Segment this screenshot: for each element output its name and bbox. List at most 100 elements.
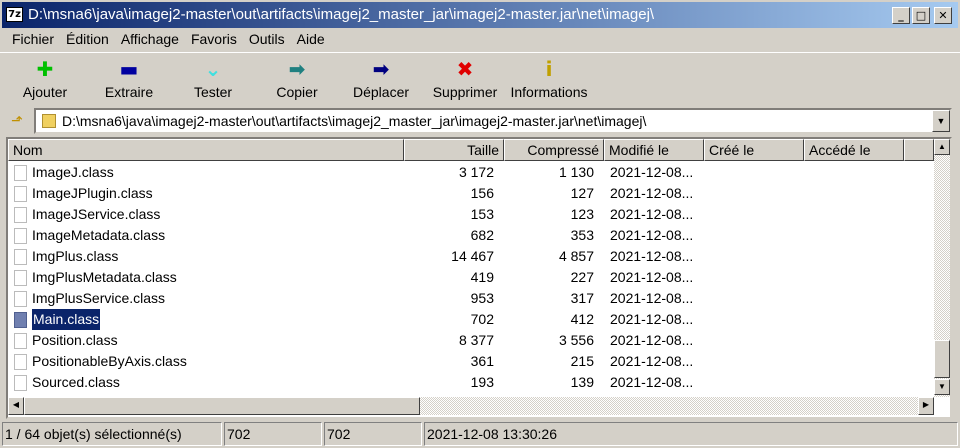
plus-icon: ✚ bbox=[36, 57, 54, 81]
toolbar-label: Supprimer bbox=[432, 84, 498, 100]
scroll-left-button[interactable]: ◀ bbox=[8, 397, 24, 415]
file-icon bbox=[14, 375, 27, 391]
menu-bar: Fichier Édition Affichage Favoris Outils… bbox=[6, 29, 331, 49]
file-name: ImageJService.class bbox=[32, 206, 161, 222]
file-row[interactable]: Sourced.class 193 139 2021-12-08... bbox=[8, 372, 934, 393]
column-header: Nom Taille Compressé Modifié le Créé le … bbox=[8, 139, 934, 161]
menu-affichage[interactable]: Affichage bbox=[115, 29, 185, 49]
address-bar: ⬏ D:\msna6\java\imagej2-master\out\artif… bbox=[6, 107, 952, 134]
file-packed-size: 123 bbox=[570, 206, 594, 222]
toolbar-tester-button[interactable]: ⌄ Tester bbox=[171, 57, 255, 100]
file-row[interactable]: ImgPlusMetadata.class 419 227 2021-12-08… bbox=[8, 267, 934, 288]
scroll-up-button[interactable]: ▲ bbox=[934, 139, 950, 155]
file-packed-size: 215 bbox=[570, 353, 594, 369]
column-accessed[interactable]: Accédé le bbox=[804, 139, 904, 161]
file-packed-size: 127 bbox=[570, 185, 594, 201]
file-row[interactable]: Main.class 702 412 2021-12-08... bbox=[8, 308, 934, 331]
maximize-button[interactable]: □ bbox=[912, 7, 930, 24]
menu-fichier[interactable]: Fichier bbox=[6, 29, 60, 49]
file-icon bbox=[14, 228, 27, 244]
app-icon: 7z bbox=[6, 7, 23, 22]
folder-up-button[interactable]: ⬏ bbox=[6, 109, 28, 131]
file-modified: 2021-12-08... bbox=[610, 248, 694, 264]
toolbar-copier-button[interactable]: ➡ Copier bbox=[255, 57, 339, 100]
file-size: 419 bbox=[470, 269, 494, 285]
column-created[interactable]: Créé le bbox=[704, 139, 804, 161]
file-icon bbox=[14, 249, 27, 265]
file-packed-size: 317 bbox=[570, 290, 594, 306]
file-icon bbox=[14, 186, 27, 202]
status-bar: 1 / 64 objet(s) sélectionné(s) 702 702 2… bbox=[0, 422, 960, 446]
file-row[interactable]: ImageJService.class 153 123 2021-12-08..… bbox=[8, 204, 934, 225]
file-name: ImageJPlugin.class bbox=[32, 185, 153, 201]
file-icon bbox=[14, 333, 27, 349]
file-packed-size: 139 bbox=[570, 374, 594, 390]
file-size: 153 bbox=[470, 206, 494, 222]
address-input[interactable]: D:\msna6\java\imagej2-master\out\artifac… bbox=[34, 108, 952, 134]
file-icon bbox=[14, 354, 27, 370]
toolbar-label: Tester bbox=[193, 84, 233, 100]
file-list: Nom Taille Compressé Modifié le Créé le … bbox=[6, 137, 952, 419]
file-name: Main.class bbox=[30, 308, 102, 331]
close-button[interactable]: ✕ bbox=[934, 7, 952, 24]
toolbar-extraire-button[interactable]: ▬ Extraire bbox=[87, 57, 171, 100]
scroll-down-button[interactable]: ▼ bbox=[934, 379, 950, 395]
file-row[interactable]: ImageJ.class 3 172 1 130 2021-12-08... bbox=[8, 162, 934, 183]
minimize-button[interactable]: _ bbox=[892, 7, 910, 24]
file-size: 3 172 bbox=[458, 164, 494, 180]
toolbar-supprimer-button[interactable]: ✖ Supprimer bbox=[423, 57, 507, 100]
toolbar-label: Informations bbox=[510, 84, 588, 100]
menu-edition[interactable]: Édition bbox=[60, 29, 115, 49]
file-size: 8 377 bbox=[458, 332, 494, 348]
folder-icon bbox=[42, 114, 56, 128]
column-size[interactable]: Taille bbox=[404, 139, 504, 161]
file-row[interactable]: ImageJPlugin.class 156 127 2021-12-08... bbox=[8, 183, 934, 204]
vertical-scroll-thumb[interactable] bbox=[934, 340, 950, 378]
menu-aide[interactable]: Aide bbox=[291, 29, 331, 49]
file-row[interactable]: Position.class 8 377 3 556 2021-12-08... bbox=[8, 330, 934, 351]
horizontal-scrollbar[interactable]: ◀ ▶ bbox=[8, 397, 934, 415]
minus-icon: ▬ bbox=[119, 57, 139, 81]
file-name: Sourced.class bbox=[32, 374, 120, 390]
file-row[interactable]: ImgPlusService.class 953 317 2021-12-08.… bbox=[8, 288, 934, 309]
file-packed-size: 412 bbox=[570, 311, 594, 327]
vertical-scrollbar[interactable]: ▲ ▼ bbox=[934, 139, 950, 397]
scroll-right-button[interactable]: ▶ bbox=[918, 397, 934, 415]
file-modified: 2021-12-08... bbox=[610, 374, 694, 390]
horizontal-scroll-thumb[interactable] bbox=[24, 397, 420, 415]
column-name[interactable]: Nom bbox=[8, 139, 404, 161]
file-size: 361 bbox=[470, 353, 494, 369]
file-modified: 2021-12-08... bbox=[610, 290, 694, 306]
file-row[interactable]: ImageMetadata.class 682 353 2021-12-08..… bbox=[8, 225, 934, 246]
check-chevron-icon: ⌄ bbox=[204, 57, 222, 81]
file-icon bbox=[14, 270, 27, 286]
file-modified: 2021-12-08... bbox=[610, 185, 694, 201]
file-modified: 2021-12-08... bbox=[610, 332, 694, 348]
menu-outils[interactable]: Outils bbox=[243, 29, 291, 49]
toolbar-label: Déplacer bbox=[352, 84, 410, 100]
toolbar-label: Copier bbox=[276, 84, 318, 100]
file-icon bbox=[14, 165, 27, 181]
file-name: ImgPlus.class bbox=[32, 248, 119, 264]
toolbar-déplacer-button[interactable]: ➡ Déplacer bbox=[339, 57, 423, 100]
file-packed-size: 227 bbox=[570, 269, 594, 285]
toolbar-informations-button[interactable]: i Informations bbox=[507, 57, 591, 100]
file-name: ImgPlusMetadata.class bbox=[32, 269, 177, 285]
move-arrow-icon: ➡ bbox=[372, 57, 390, 81]
address-dropdown-button[interactable]: ▼ bbox=[932, 110, 950, 132]
toolbar: ✚ Ajouter ▬ Extraire ⌄ Tester ➡ Copier ➡ Déplacer… bbox=[0, 52, 960, 104]
file-row[interactable]: ImgPlus.class 14 467 4 857 2021-12-08... bbox=[8, 246, 934, 267]
file-name: PositionableByAxis.class bbox=[32, 353, 187, 369]
file-packed-size: 353 bbox=[570, 227, 594, 243]
status-selection: 1 / 64 objet(s) sélectionné(s) bbox=[2, 422, 222, 446]
file-name: ImageJ.class bbox=[32, 164, 114, 180]
file-packed-size: 4 857 bbox=[558, 248, 594, 264]
file-row[interactable]: PositionableByAxis.class 361 215 2021-12… bbox=[8, 351, 934, 372]
toolbar-ajouter-button[interactable]: ✚ Ajouter bbox=[3, 57, 87, 100]
file-modified: 2021-12-08... bbox=[610, 164, 694, 180]
column-modified[interactable]: Modifié le bbox=[604, 139, 704, 161]
file-modified: 2021-12-08... bbox=[610, 206, 694, 222]
file-size: 14 467 bbox=[451, 248, 494, 264]
column-packed[interactable]: Compressé bbox=[504, 139, 604, 161]
menu-favoris[interactable]: Favoris bbox=[185, 29, 243, 49]
